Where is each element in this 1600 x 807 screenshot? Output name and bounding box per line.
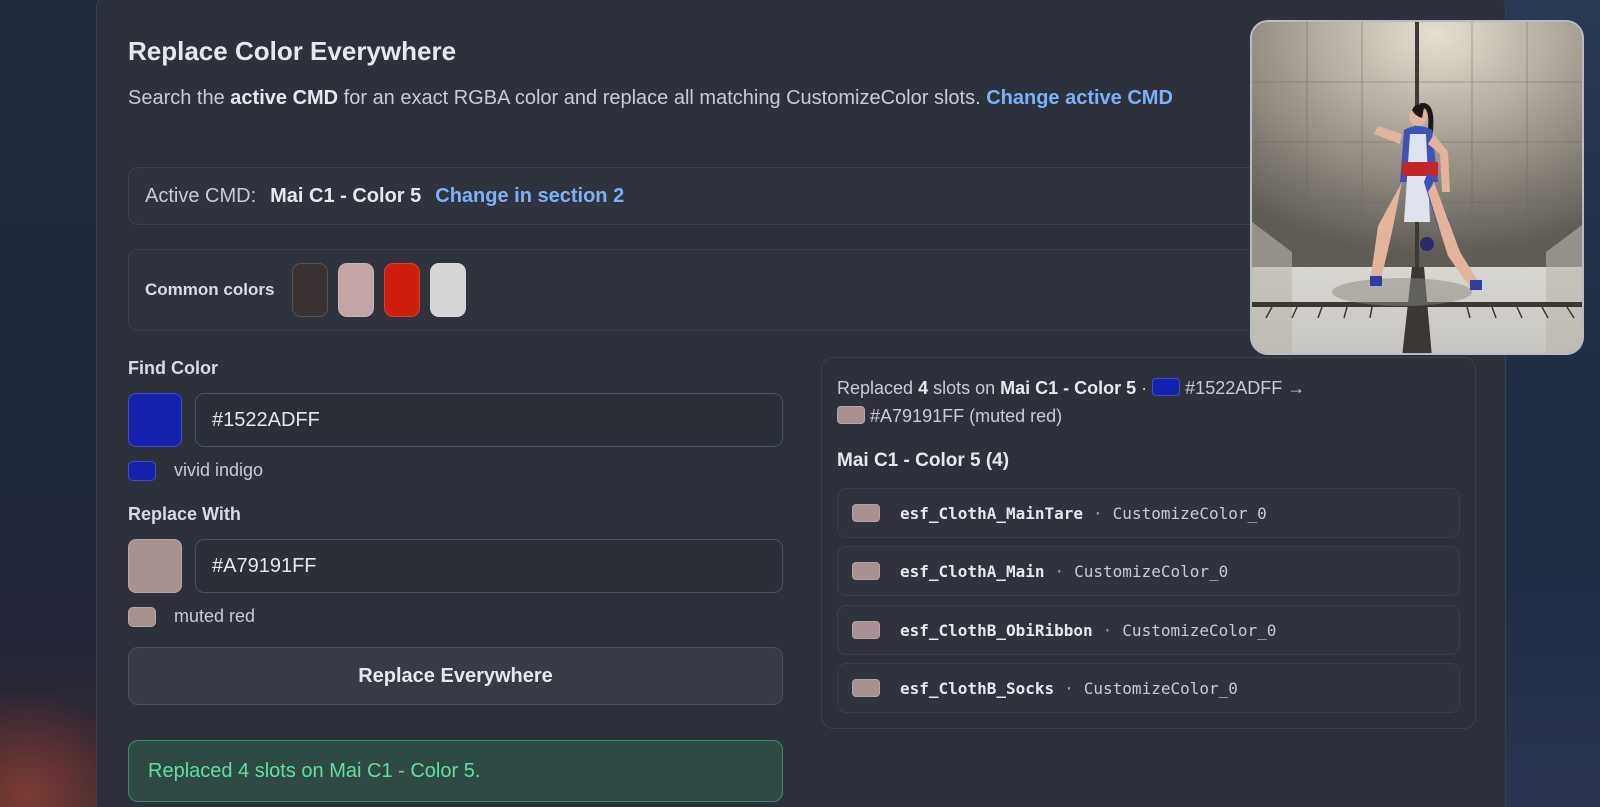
- slot-param-name: CustomizeColor_0: [1083, 678, 1238, 698]
- find-color-swatch[interactable]: [128, 393, 182, 447]
- summary-to-hex: #A79191FF (muted red): [870, 406, 1063, 426]
- summary-text: slots on: [928, 378, 1001, 398]
- replace-color-name: muted red: [174, 606, 256, 626]
- desc-post: for an exact RGBA color and replace all …: [338, 87, 987, 109]
- replace-color-swatch[interactable]: [128, 539, 182, 593]
- desc-bold: active CMD: [230, 87, 339, 109]
- common-colors-bar: Common colors: [128, 249, 1278, 331]
- results-group-title: Mai C1 - Color 5 (4): [837, 450, 1010, 471]
- slot-param-name: CustomizeColor_0: [1112, 503, 1267, 523]
- slot-param-name: CustomizeColor_0: [1122, 620, 1277, 640]
- slot-color-chip: [852, 504, 880, 522]
- slot-color-chip: [852, 621, 880, 639]
- page-title: Replace Color Everywhere: [128, 36, 457, 66]
- results-panel: Replaced 4 slots on Mai C1 - Color 5 · #…: [821, 357, 1476, 729]
- active-cmd-label: Active CMD:: [145, 184, 257, 207]
- results-summary: Replaced 4 slots on Mai C1 - Color 5 · #…: [837, 374, 1457, 430]
- summary-separator: ·: [1136, 378, 1153, 398]
- replace-everywhere-button[interactable]: Replace Everywhere: [128, 647, 783, 705]
- arrow-icon: →: [1282, 378, 1306, 398]
- active-cmd-name: Mai C1 - Color 5: [270, 184, 422, 207]
- find-color-input[interactable]: [195, 393, 783, 447]
- from-color-chip: [1152, 378, 1181, 396]
- slot-separator: ·: [1064, 678, 1074, 698]
- replace-color-preview-chip: [128, 607, 156, 627]
- common-color-chip[interactable]: [384, 263, 421, 317]
- summary-from-hex: #1522ADFF: [1185, 378, 1283, 398]
- slot-material-name: esf_ClothB_ObiRibbon: [900, 620, 1093, 640]
- result-row[interactable]: esf_ClothB_ObiRibbon · CustomizeColor_0: [837, 605, 1460, 655]
- page-description: Search the active CMD for an exact RGBA …: [128, 87, 1258, 110]
- character-preview-drawing: [1252, 22, 1582, 353]
- desc-pre: Search the: [128, 87, 231, 109]
- slot-color-chip: [852, 562, 880, 580]
- slot-separator: ·: [1102, 620, 1113, 640]
- find-color-preview-chip: [128, 461, 156, 481]
- active-cmd-bar: Active CMD: Mai C1 - Color 5 Change in s…: [128, 167, 1278, 225]
- common-color-chip[interactable]: [430, 263, 467, 317]
- character-preview-image: [1250, 20, 1584, 355]
- slot-color-chip: [852, 679, 880, 697]
- find-color-label: Find Color: [128, 358, 218, 378]
- slot-material-name: esf_ClothA_Main: [900, 561, 1045, 581]
- slot-material-name: esf_ClothA_MainTare: [900, 503, 1084, 523]
- slot-param-name: CustomizeColor_0: [1074, 561, 1229, 581]
- common-colors-label: Common colors: [145, 280, 275, 299]
- change-active-cmd-link[interactable]: Change active CMD: [986, 87, 1173, 109]
- slot-separator: ·: [1093, 503, 1103, 523]
- summary-cmd: Mai C1 - Color 5: [1000, 378, 1137, 398]
- summary-text: Replaced: [837, 378, 919, 398]
- result-row[interactable]: esf_ClothB_Socks · CustomizeColor_0: [837, 663, 1460, 713]
- to-color-chip: [837, 406, 865, 424]
- common-color-chip[interactable]: [338, 263, 375, 317]
- status-message: Replaced 4 slots on Mai C1 - Color 5.: [128, 740, 783, 802]
- result-row[interactable]: esf_ClothA_Main · CustomizeColor_0: [837, 546, 1460, 596]
- common-color-chip[interactable]: [292, 263, 329, 317]
- find-color-name: vivid indigo: [174, 460, 264, 480]
- slot-separator: ·: [1054, 561, 1065, 581]
- slot-material-name: esf_ClothB_Socks: [900, 678, 1055, 698]
- change-in-section-link[interactable]: Change in section 2: [435, 185, 624, 208]
- replace-with-label: Replace With: [128, 504, 241, 524]
- replace-color-input[interactable]: [195, 539, 783, 593]
- result-row[interactable]: esf_ClothA_MainTare · CustomizeColor_0: [837, 488, 1460, 538]
- summary-count: 4: [918, 378, 929, 398]
